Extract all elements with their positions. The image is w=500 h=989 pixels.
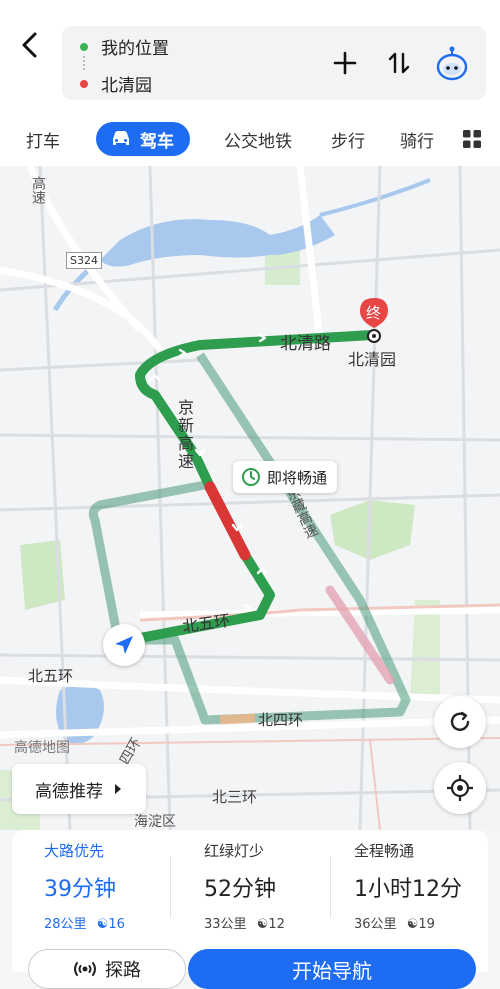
route-option-1[interactable]: 大路优先 39分钟 28公里 ☯16 xyxy=(44,840,194,936)
destination-point-icon xyxy=(367,329,381,343)
tab-taxi[interactable]: 打车 xyxy=(26,122,60,156)
tab-transit[interactable]: 公交地铁 xyxy=(224,122,292,156)
crosshair-icon xyxy=(447,775,473,801)
route-input-box: 我的位置 北清园 xyxy=(62,26,486,100)
refresh-button[interactable] xyxy=(434,696,486,748)
from-location-row[interactable]: 我的位置 xyxy=(80,34,169,59)
route-option-distance: 36公里 xyxy=(354,917,397,932)
route-connector xyxy=(83,56,85,70)
tab-walk[interactable]: 步行 xyxy=(331,122,365,156)
route-option-time: 1小时12分 xyxy=(354,877,462,902)
map-label-gaode: 高德地图 xyxy=(14,740,70,756)
current-location-marker xyxy=(103,624,145,666)
back-button[interactable] xyxy=(14,28,44,62)
route-option-meta: 28公里 ☯16 xyxy=(44,913,194,932)
map-label-haidian: 海淀区 xyxy=(134,814,176,830)
route-option-title: 红绿灯少 xyxy=(204,842,265,860)
navigation-arrow-icon xyxy=(115,636,133,654)
end-marker-label: 终 xyxy=(366,304,382,322)
grid-icon xyxy=(463,130,481,148)
route-option-title: 全程畅通 xyxy=(354,842,415,860)
map-label-beiwuhuan-left: 北五环 xyxy=(28,667,74,685)
map-label-beiqingyuan: 北清园 xyxy=(348,350,397,369)
route-option-3[interactable]: 全程畅通 1小时12分 36公里 ☯19 xyxy=(354,840,500,936)
start-navigation-label: 开始导航 xyxy=(292,958,372,983)
tab-ride[interactable]: 骑行 xyxy=(400,122,434,156)
explore-label: 探路 xyxy=(105,960,141,981)
caret-right-icon xyxy=(115,784,121,794)
map-label-s324: S324 xyxy=(66,252,102,269)
traffic-light-icon: ☯ xyxy=(96,917,109,932)
route-map[interactable]: 终 高速 S324 北清路 北清园 京新高速 京藏高速 北五环 北五环 高德地图… xyxy=(0,166,500,830)
swap-icon xyxy=(388,52,410,74)
map-label-jingxin: 京新高速 xyxy=(175,399,194,471)
to-location-row[interactable]: 北清园 xyxy=(80,71,152,96)
car-icon xyxy=(113,131,129,145)
route-option-2[interactable]: 红绿灯少 52分钟 33公里 ☯12 xyxy=(204,840,354,936)
start-navigation-button[interactable]: 开始导航 xyxy=(188,949,476,989)
map-label-beiqing-road: 北清路 xyxy=(280,334,331,354)
robot-assistant-icon xyxy=(436,46,468,81)
route-option-lights: 19 xyxy=(418,917,435,932)
add-waypoint-button[interactable] xyxy=(330,46,360,80)
route-option-title: 大路优先 xyxy=(44,842,105,860)
route-option-meta: 36公里 ☯19 xyxy=(354,913,500,932)
map-label-beisanhuan: 北三环 xyxy=(212,788,258,806)
start-dot-icon xyxy=(80,42,88,51)
to-location-label: 北清园 xyxy=(101,76,152,96)
refresh-icon xyxy=(450,711,470,731)
route-option-lights: 12 xyxy=(268,917,285,932)
swap-locations-button[interactable] xyxy=(384,46,414,80)
back-arrow-icon xyxy=(22,32,37,58)
travel-mode-tabs: 打车 驾车 公交地铁 步行 骑行 xyxy=(0,112,500,166)
traffic-callout[interactable]: 即将畅通 xyxy=(233,461,338,493)
clock-icon xyxy=(242,468,260,486)
route-options-panel: 大路优先 39分钟 28公里 ☯16 红绿灯少 52分钟 33公里 ☯12 全程… xyxy=(12,830,488,989)
divider xyxy=(170,856,171,918)
end-dot-icon xyxy=(80,79,88,88)
map-label-gaosu: 高速 xyxy=(30,176,46,204)
route-option-time: 52分钟 xyxy=(204,877,276,902)
divider xyxy=(330,856,331,918)
route-option-lights: 16 xyxy=(108,917,125,932)
assistant-button[interactable] xyxy=(436,44,468,82)
from-location-label: 我的位置 xyxy=(101,39,169,59)
traffic-light-icon: ☯ xyxy=(406,917,419,932)
tab-drive[interactable]: 驾车 xyxy=(96,122,190,156)
route-option-meta: 33公里 ☯12 xyxy=(204,913,354,932)
more-modes-button[interactable] xyxy=(462,122,482,156)
traffic-light-icon: ☯ xyxy=(256,917,269,932)
locate-me-button[interactable] xyxy=(434,762,486,814)
map-label-beisihuan: 北四环 xyxy=(258,711,304,729)
explore-button[interactable]: 探路 xyxy=(28,949,186,989)
radar-icon xyxy=(74,962,96,976)
recommend-button[interactable]: 高德推荐 xyxy=(12,764,146,814)
plus-icon xyxy=(333,51,357,75)
traffic-callout-label: 即将畅通 xyxy=(267,468,328,487)
route-option-distance: 33公里 xyxy=(204,917,247,932)
tab-drive-label: 驾车 xyxy=(140,131,174,152)
route-option-time: 39分钟 xyxy=(44,877,116,902)
route-option-distance: 28公里 xyxy=(44,917,87,932)
route-header: 我的位置 北清园 xyxy=(0,0,500,112)
recommend-label: 高德推荐 xyxy=(35,781,103,802)
